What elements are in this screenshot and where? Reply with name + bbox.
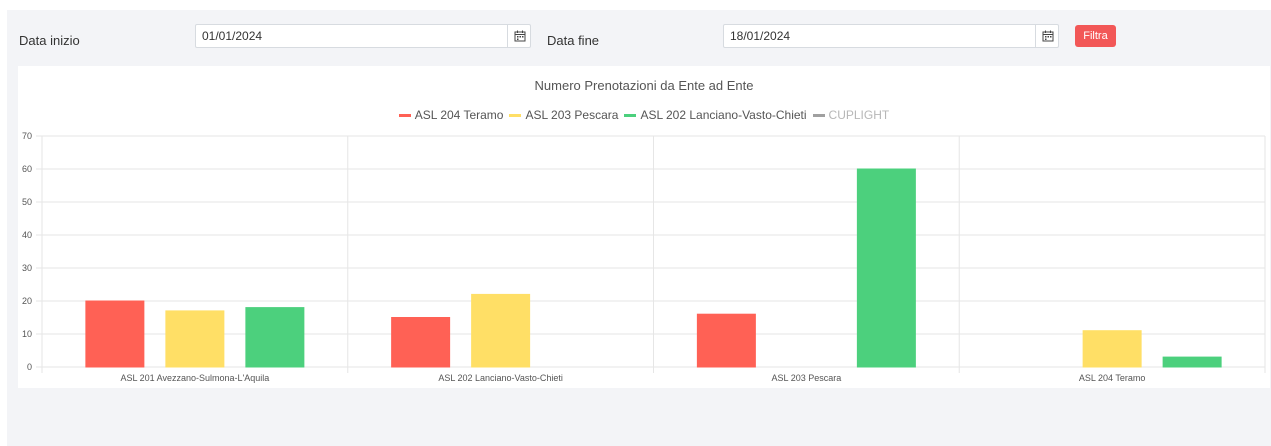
filter-button[interactable]: Filtra <box>1075 25 1116 47</box>
bar <box>165 310 225 368</box>
bar-chart: 0 10 20 30 40 50 60 70 ASL 201 Avezzano-Sulmona-… <box>22 131 1266 383</box>
y-tick-label: 20 <box>22 296 32 306</box>
x-tick-label: ASL 203 Pescara <box>772 373 842 383</box>
y-tick-label: 40 <box>22 230 32 240</box>
y-tick-label: 50 <box>22 197 32 207</box>
end-date-input[interactable] <box>723 24 1059 48</box>
bar <box>245 307 305 368</box>
start-date-input[interactable] <box>195 24 531 48</box>
y-tick-label: 60 <box>22 164 32 174</box>
bar <box>85 300 145 368</box>
chart-card: Numero Prenotazioni da Ente ad Ente ASL … <box>18 66 1270 388</box>
x-tick-label: ASL 204 Teramo <box>1079 373 1146 383</box>
bar <box>1162 356 1222 368</box>
end-date-calendar-button[interactable] <box>1035 24 1059 48</box>
bar <box>391 317 451 368</box>
calendar-icon <box>1042 30 1053 42</box>
calendar-icon <box>514 30 525 42</box>
start-date-label: Data inizio <box>19 33 80 48</box>
start-date-calendar-button[interactable] <box>507 24 531 48</box>
y-tick-label: 10 <box>22 329 32 339</box>
y-tick-label: 30 <box>22 263 32 273</box>
y-tick-label: 70 <box>22 131 32 141</box>
end-date-label: Data fine <box>547 33 600 48</box>
bar <box>856 168 916 368</box>
y-tick-label: 0 <box>27 362 32 372</box>
bar <box>1082 330 1142 368</box>
x-tick-label: ASL 201 Avezzano-Sulmona-L'Aquila <box>120 373 269 383</box>
bar <box>696 313 756 368</box>
bar <box>471 293 531 368</box>
x-tick-label: ASL 202 Lanciano-Vasto-Chieti <box>438 373 563 383</box>
top-strip <box>0 0 1271 10</box>
